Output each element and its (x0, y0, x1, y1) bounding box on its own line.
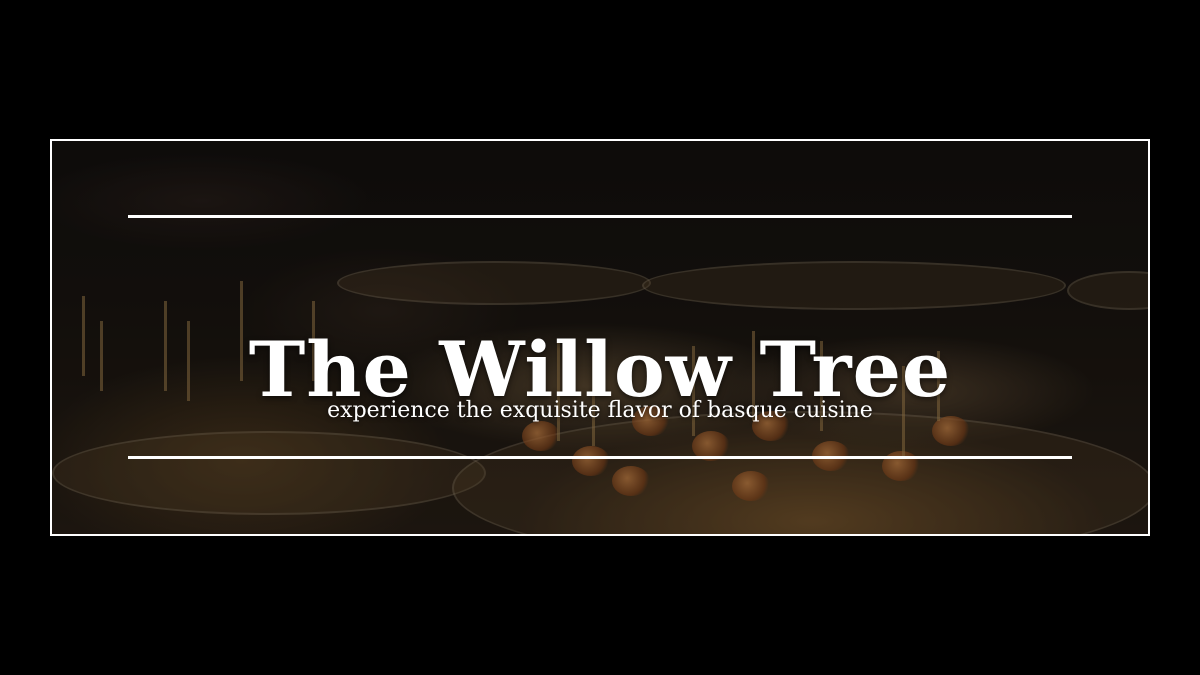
hero-title: The Willow Tree (248, 324, 952, 414)
bottom-divider (128, 456, 1072, 459)
hero-banner: The Willow Tree experience the exquisite… (50, 139, 1150, 536)
hero-tagline: experience the exquisite flavor of basqu… (327, 398, 873, 423)
top-divider (128, 215, 1072, 218)
